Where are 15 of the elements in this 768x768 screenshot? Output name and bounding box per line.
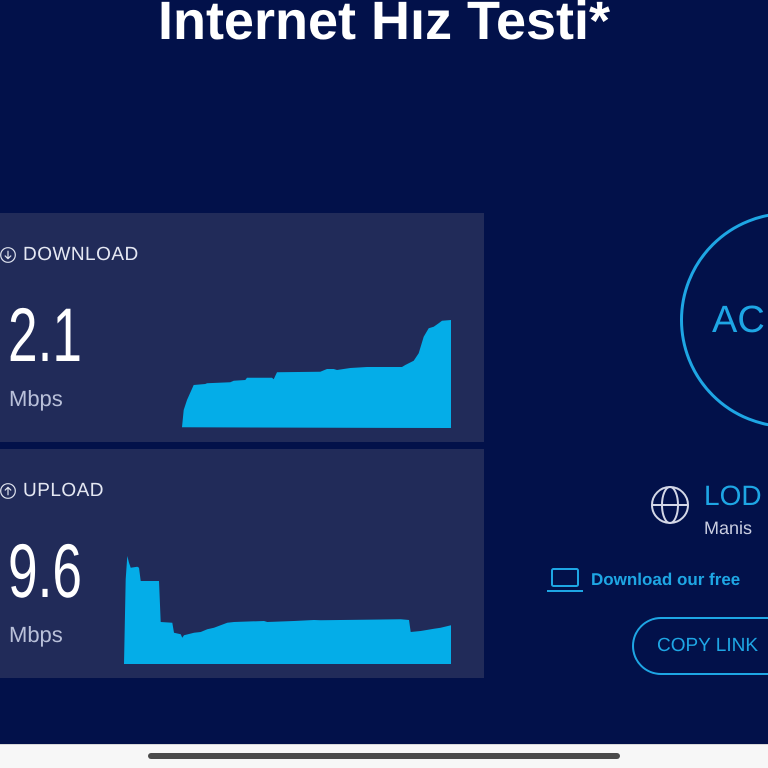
result-label: DOWNLOAD — [23, 244, 139, 266]
server-location: Manis — [704, 517, 754, 539]
arrow-up-circle-icon — [0, 483, 16, 499]
speed-value: 9.6 — [8, 534, 82, 610]
laptop-icon — [547, 568, 583, 592]
arrow-down-circle-icon — [0, 247, 16, 263]
globe-icon — [651, 486, 689, 524]
result-label: UPLOAD — [23, 480, 104, 502]
circle-button[interactable]: AC — [680, 212, 768, 428]
speed-unit: Mbps — [9, 622, 63, 648]
server-name: LOD — [704, 481, 762, 511]
app-download-link[interactable]: Download our free — [547, 567, 740, 593]
speed-unit: Mbps — [9, 386, 63, 412]
copy-link-button[interactable]: COPY LINK — [632, 617, 768, 675]
speed-value: 2.1 — [8, 298, 82, 374]
